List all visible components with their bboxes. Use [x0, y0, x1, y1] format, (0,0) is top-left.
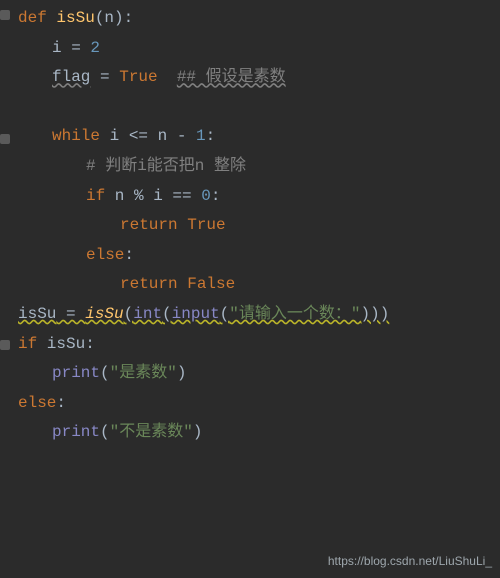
code-line: def isSu(n):: [18, 4, 500, 34]
keyword-else: else: [18, 394, 56, 412]
code-line: # 判断i能否把n 整除: [18, 152, 500, 182]
cond: isSu:: [37, 335, 95, 353]
fold-icon[interactable]: [0, 340, 10, 350]
gutter: [0, 0, 10, 452]
code-line: if n % i == 0:: [18, 182, 500, 212]
paren-close: ))): [361, 305, 390, 323]
colon: :: [206, 127, 216, 145]
var-flag: flag: [52, 68, 90, 86]
return-false: return False: [120, 275, 235, 293]
code-line: print("是素数"): [18, 359, 500, 389]
code-line: flag = True ## 假设是素数: [18, 63, 500, 93]
keyword-if: if: [18, 335, 37, 353]
string: "是素数": [110, 364, 177, 382]
params: (n):: [95, 9, 133, 27]
paren-close: ): [177, 364, 187, 382]
cond: i <= n -: [100, 127, 196, 145]
builtin-int: int: [133, 305, 162, 323]
string: "请输入一个数：": [229, 305, 360, 323]
call-issu: isSu: [85, 305, 123, 323]
var-issu: isSu: [18, 305, 56, 323]
paren: (: [100, 364, 110, 382]
keyword-while: while: [52, 127, 100, 145]
watermark: https://blog.csdn.net/LiuShuLi_: [328, 550, 492, 572]
number: 1: [196, 127, 206, 145]
paren: (: [162, 305, 172, 323]
paren: (: [220, 305, 230, 323]
keyword-def: def: [18, 9, 47, 27]
code-editor: def isSu(n): i = 2 flag = True ## 假设是素数 …: [0, 0, 500, 452]
code-line: while i <= n - 1:: [18, 122, 500, 152]
code-line: print("不是素数"): [18, 418, 500, 448]
comment: ## 假设是素数: [177, 68, 286, 86]
return-true: return True: [120, 216, 226, 234]
comment: # 判断i能否把n 整除: [86, 157, 246, 175]
assign: i =: [52, 39, 90, 57]
builtin-input: input: [172, 305, 220, 323]
number: 2: [90, 39, 100, 57]
code-line: i = 2: [18, 34, 500, 64]
colon: :: [56, 394, 66, 412]
number: 0: [201, 187, 211, 205]
string: "不是素数": [110, 423, 193, 441]
code-line: return False: [18, 270, 500, 300]
paren: (: [124, 305, 134, 323]
fold-icon[interactable]: [0, 134, 10, 144]
builtin-print: print: [52, 423, 100, 441]
code-line: if isSu:: [18, 330, 500, 360]
eq: =: [90, 68, 119, 86]
colon: :: [124, 246, 134, 264]
code-line: isSu = isSu(int(input("请输入一个数："))): [18, 300, 500, 330]
code-line: else:: [18, 241, 500, 271]
code-line: return True: [18, 211, 500, 241]
fold-icon[interactable]: [0, 10, 10, 20]
eq: =: [56, 305, 85, 323]
code-line: else:: [18, 389, 500, 419]
paren: (: [100, 423, 110, 441]
keyword-else: else: [86, 246, 124, 264]
cond: n % i ==: [105, 187, 201, 205]
keyword-true: True: [119, 68, 157, 86]
blank-line: [18, 93, 500, 123]
function-name: isSu: [56, 9, 94, 27]
paren-close: ): [193, 423, 203, 441]
builtin-print: print: [52, 364, 100, 382]
colon: :: [211, 187, 221, 205]
keyword-if: if: [86, 187, 105, 205]
